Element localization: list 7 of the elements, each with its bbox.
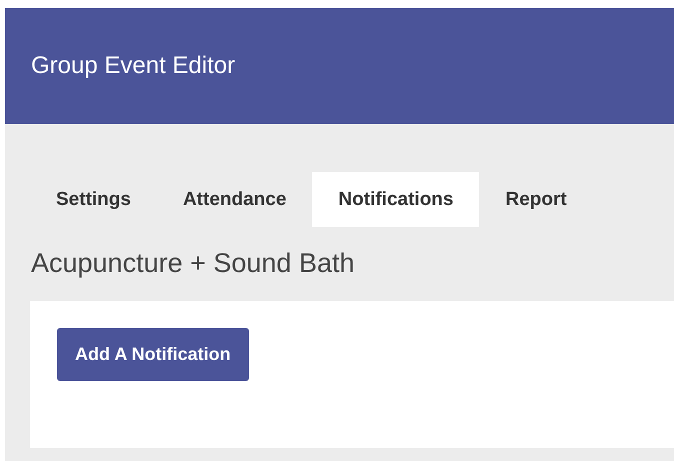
app-title: Group Event Editor <box>31 52 236 80</box>
tab[interactable]: Settings <box>30 172 157 227</box>
event-title: Acupuncture + Sound Bath <box>31 247 356 280</box>
add-notification-button[interactable]: Add A Notification <box>57 328 249 381</box>
tab[interactable]: Report <box>479 172 593 227</box>
tab[interactable]: Notifications <box>312 172 480 227</box>
tab[interactable]: Attendance <box>156 172 312 227</box>
